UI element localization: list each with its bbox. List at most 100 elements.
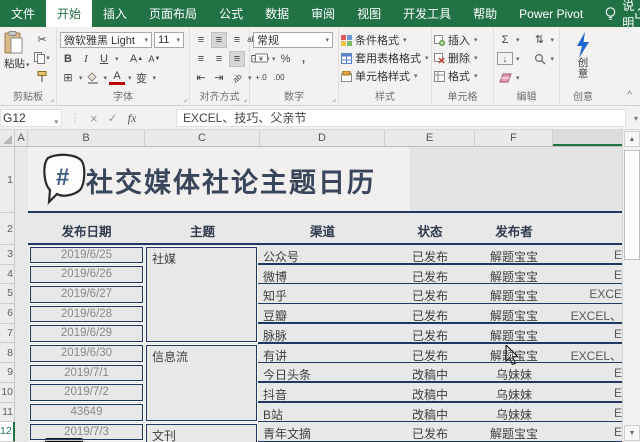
fill-color-button[interactable] — [85, 70, 101, 86]
tab-home[interactable]: 开始 — [46, 0, 93, 27]
cell-gcol-row6[interactable]: EXCEL、 — [553, 307, 622, 324]
name-box[interactable]: G12 ▾ — [0, 109, 62, 127]
conditional-formatting-button[interactable]: 条件格式 ▾ — [339, 31, 431, 49]
autosum-button[interactable]: Σ — [497, 32, 513, 48]
cell-date-row12[interactable]: 2019/7/3 — [30, 423, 143, 441]
formula-input[interactable]: EXCEL、技巧、父亲节 — [176, 109, 626, 127]
cell-channel-row8[interactable]: 有讲 — [263, 347, 287, 364]
cell-publisher-row7[interactable]: 解题宝宝 — [475, 327, 553, 344]
row-header-9[interactable]: 9 — [0, 363, 15, 383]
number-dialog-launcher[interactable]: ⌟ — [332, 94, 336, 103]
decrease-indent-button[interactable]: ⇤ — [193, 70, 209, 86]
tab-formulas[interactable]: 公式 — [208, 0, 254, 27]
cell-publisher-row10[interactable]: 乌妹妹 — [475, 386, 553, 403]
cell-status-row8[interactable]: 已发布 — [385, 347, 475, 364]
tell-me-search[interactable]: 操作说明搜索 — [604, 0, 634, 64]
delete-cells-button[interactable]: 删除 ▾ — [432, 49, 493, 67]
row-header-2[interactable]: 2 — [0, 213, 15, 245]
increase-indent-button[interactable]: ⇥ — [211, 70, 227, 86]
cancel-entry-button[interactable]: × — [90, 111, 98, 126]
cell-date-row6[interactable]: 2019/6/28 — [30, 305, 143, 323]
cell-status-row3[interactable]: 已发布 — [385, 248, 475, 265]
col-header-f[interactable]: F — [475, 130, 553, 146]
paste-button[interactable]: 粘贴▾ — [4, 31, 30, 71]
vertical-scrollbar[interactable]: ▲ ▼ — [622, 130, 640, 442]
row-header-5[interactable]: 5 — [0, 284, 15, 305]
borders-button[interactable]: ⊞ — [60, 70, 76, 86]
collapse-ribbon-button[interactable]: ^ — [627, 90, 632, 101]
phonetic-guide-button[interactable]: 变 — [134, 70, 150, 86]
fill-button[interactable]: ↓ — [497, 52, 513, 65]
cell-gcol-row5[interactable]: EXCE — [553, 287, 622, 301]
cell-channel-row3[interactable]: 公众号 — [263, 248, 299, 265]
cell-channel-row6[interactable]: 豆瓣 — [263, 307, 287, 324]
row-header-3[interactable]: 3 — [0, 245, 15, 265]
clipboard-dialog-launcher[interactable]: ⌟ — [50, 94, 54, 103]
cell-publisher-row8[interactable]: 解题宝宝 — [475, 347, 553, 364]
cell-publisher-row5[interactable]: 解题宝宝 — [475, 287, 553, 304]
cell-gcol-row11[interactable]: E — [553, 406, 622, 420]
cell-status-row4[interactable]: 已发布 — [385, 268, 475, 285]
cell-status-row9[interactable]: 改稿中 — [385, 366, 475, 383]
cell-topic-2[interactable]: 文刊 — [146, 423, 257, 442]
col-header-d[interactable]: D — [260, 130, 385, 146]
increase-font-size-button[interactable]: A ▲ — [129, 51, 145, 67]
cell-publisher-row6[interactable]: 解题宝宝 — [475, 307, 553, 324]
format-cells-button[interactable]: 格式 ▾ — [432, 67, 493, 85]
cell-date-row10[interactable]: 2019/7/2 — [30, 384, 143, 402]
col-header-a[interactable]: A — [15, 130, 28, 146]
copy-button[interactable]: ▾ — [34, 50, 50, 66]
formula-bar-expand-icon[interactable]: ▾ — [634, 114, 638, 123]
cell-gcol-row3[interactable]: E — [553, 248, 622, 262]
alignment-dialog-launcher[interactable]: ⌟ — [243, 94, 247, 103]
tab-review[interactable]: 审阅 — [300, 0, 346, 27]
cell-channel-row12[interactable]: 青年文摘 — [263, 425, 311, 442]
cell-status-row6[interactable]: 已发布 — [385, 307, 475, 324]
increase-decimal-button[interactable]: +.0 — [253, 70, 269, 86]
align-middle-button[interactable]: ≡ — [211, 31, 227, 48]
cell-status-row11[interactable]: 改稿中 — [385, 406, 475, 423]
row-header-11[interactable]: 11 — [0, 403, 15, 423]
orientation-button[interactable]: ab — [226, 66, 249, 89]
cut-button[interactable]: ✂ — [34, 31, 50, 47]
cell-gcol-row7[interactable]: E — [553, 327, 622, 341]
cell-date-row11[interactable]: 43649 — [30, 404, 143, 421]
cell-gcol-row12[interactable]: E — [553, 425, 622, 439]
italic-button[interactable]: I — [78, 51, 94, 67]
cell-gcol-row9[interactable]: E — [553, 366, 622, 380]
scroll-down-button[interactable]: ▼ — [624, 425, 640, 441]
tab-view[interactable]: 视图 — [346, 0, 392, 27]
cell-status-row5[interactable]: 已发布 — [385, 287, 475, 304]
col-header-b[interactable]: B — [28, 130, 145, 146]
clear-button[interactable] — [497, 70, 513, 86]
row-header-6[interactable]: 6 — [0, 304, 15, 324]
cell-date-row8[interactable]: 2019/6/30 — [30, 345, 143, 362]
align-bottom-button[interactable]: ≡ — [229, 32, 245, 48]
tab-file[interactable]: 文件 — [0, 0, 46, 27]
cell-topic-1[interactable]: 信息流 — [146, 345, 257, 421]
row-header-12[interactable]: 12 — [0, 422, 15, 442]
row-header-10[interactable]: 10 — [0, 383, 15, 403]
cell-publisher-row11[interactable]: 乌妹妹 — [475, 406, 553, 423]
ideas-button[interactable]: 创 意 — [560, 32, 606, 80]
format-painter-button[interactable] — [34, 69, 50, 85]
tab-help[interactable]: 帮助 — [462, 0, 508, 27]
cell-channel-row11[interactable]: B站 — [263, 406, 283, 423]
cell-date-row9[interactable]: 2019/7/1 — [30, 364, 143, 382]
accounting-format-button[interactable]: ¥ — [253, 51, 269, 67]
cell-topic-0[interactable]: 社媒 — [146, 246, 257, 342]
font-size-select[interactable]: 11 ▾ — [154, 31, 184, 48]
tab-insert[interactable]: 插入 — [92, 0, 138, 27]
enter-entry-button[interactable]: ✓ — [108, 111, 118, 125]
cell-date-row5[interactable]: 2019/6/27 — [30, 285, 143, 303]
cell-channel-row4[interactable]: 微博 — [263, 268, 287, 285]
sort-filter-button[interactable]: ⇅ — [532, 32, 548, 48]
cell-channel-row7[interactable]: 脉脉 — [263, 327, 287, 344]
tab-power-pivot[interactable]: Power Pivot — [508, 0, 594, 27]
cell-date-row4[interactable]: 2019/6/26 — [30, 266, 143, 283]
cell-date-row7[interactable]: 2019/6/29 — [30, 325, 143, 342]
cell-channel-row5[interactable]: 知乎 — [263, 287, 287, 304]
scrollbar-thumb[interactable] — [624, 150, 640, 260]
name-box-dropdown-icon[interactable]: ▾ — [54, 115, 58, 131]
cell-styles-button[interactable]: 单元格样式 ▾ — [339, 67, 431, 85]
